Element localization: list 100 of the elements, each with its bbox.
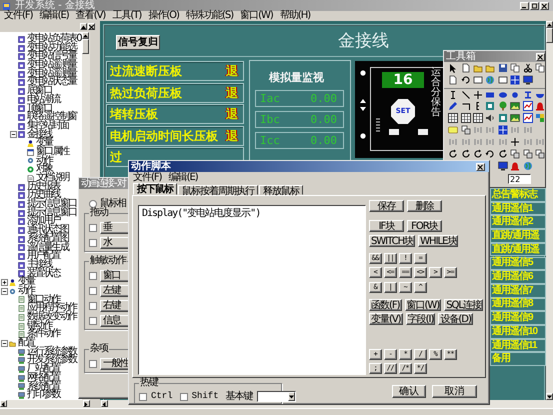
tree-item[interactable]: 遥信量生成 bbox=[27, 244, 68, 252]
tree-item[interactable]: 数据改变动作 bbox=[27, 313, 76, 322]
rectangle-outline-icon[interactable] bbox=[472, 75, 483, 85]
collapse-toggle[interactable] bbox=[1, 288, 8, 295]
layers-icon[interactable] bbox=[534, 149, 545, 159]
chart-icon[interactable] bbox=[522, 113, 533, 123]
script-button[interactable]: 删除 bbox=[406, 200, 442, 212]
menu-item[interactable]: 工具(T) bbox=[112, 11, 142, 21]
size-field[interactable]: 22 bbox=[508, 174, 531, 184]
script-button[interactable]: WHILE块 bbox=[418, 235, 458, 247]
scroll-thumb[interactable] bbox=[546, 28, 553, 43]
checkbox[interactable] bbox=[89, 286, 97, 294]
tree-item[interactable]: 电站潮流 bbox=[27, 96, 60, 105]
tree-item[interactable]: 变电站遥测量 bbox=[27, 61, 76, 70]
tree-item[interactable]: 窗口属性 bbox=[36, 148, 69, 157]
layers-icon[interactable] bbox=[510, 149, 520, 159]
tree-item[interactable]: 提示信息窗口 bbox=[27, 208, 76, 218]
rotate-icon[interactable] bbox=[460, 149, 471, 159]
bell-icon[interactable] bbox=[534, 101, 545, 111]
tree-item[interactable]: 变电站遥测量 bbox=[27, 70, 76, 78]
tree-item[interactable]: 主接线 bbox=[27, 260, 52, 270]
pencil-icon[interactable] bbox=[448, 101, 458, 111]
menu-item[interactable]: 特殊功能(S) bbox=[186, 11, 234, 21]
script-button[interactable]: IF块 bbox=[368, 220, 404, 232]
menu-item[interactable]: 文件(F) bbox=[4, 11, 33, 21]
table-icon[interactable] bbox=[448, 113, 458, 123]
tree-item[interactable]: 变量 bbox=[36, 139, 52, 148]
tree-item[interactable]: 联络遥控制窗 bbox=[27, 113, 76, 122]
tree-item[interactable]: 集控站封面 bbox=[27, 122, 68, 131]
close-button[interactable] bbox=[88, 23, 95, 30]
cancel-button[interactable]: 取消 bbox=[432, 385, 477, 398]
tree-item[interactable]: 金接线 bbox=[27, 130, 52, 140]
tree-item[interactable]: 提示信息窗口 bbox=[27, 200, 76, 209]
menu-item[interactable]: 操作(O) bbox=[148, 11, 179, 21]
layers-icon[interactable] bbox=[460, 125, 471, 135]
tree-item[interactable]: 文档说明 bbox=[36, 174, 69, 183]
tree-item[interactable]: 变电站功能选 bbox=[27, 44, 76, 52]
tree-item[interactable]: 窗口动作 bbox=[27, 296, 60, 304]
page-icon[interactable] bbox=[448, 75, 458, 85]
tree-icon[interactable] bbox=[498, 101, 508, 111]
menu-item[interactable]: 帮助(H) bbox=[280, 11, 310, 21]
script-button[interactable]: 设备(D) bbox=[438, 313, 473, 325]
radio-button[interactable] bbox=[89, 200, 97, 208]
script-button[interactable]: SQL连接 bbox=[444, 299, 483, 311]
copy-icon[interactable] bbox=[510, 63, 520, 73]
plus-icon[interactable] bbox=[472, 90, 483, 100]
speaker-icon[interactable] bbox=[485, 113, 496, 123]
rotate-icon[interactable] bbox=[448, 149, 458, 159]
tree-item[interactable]: 变电站负荷表0 bbox=[27, 35, 81, 44]
bell-icon[interactable] bbox=[510, 161, 520, 171]
tree-item[interactable]: 系统配置 bbox=[27, 382, 60, 392]
rectangle-outline-icon[interactable] bbox=[498, 75, 508, 85]
i-beam-icon[interactable] bbox=[522, 90, 533, 100]
tree-item[interactable]: 装置状态 bbox=[27, 270, 60, 278]
tree-item[interactable]: 动作 bbox=[36, 156, 52, 166]
reset-button[interactable]: 信号复归 bbox=[116, 35, 160, 50]
dropdown-field[interactable] bbox=[256, 391, 296, 402]
grid-icon[interactable] bbox=[510, 75, 520, 85]
copy-icon[interactable] bbox=[534, 63, 545, 73]
checkbox[interactable] bbox=[139, 392, 147, 400]
collapse-toggle[interactable] bbox=[10, 131, 17, 138]
pin-button[interactable] bbox=[80, 23, 87, 30]
grid-icon[interactable] bbox=[498, 125, 508, 135]
script-button[interactable]: SWITCH块 bbox=[368, 235, 416, 247]
polyline-icon[interactable] bbox=[460, 101, 471, 111]
picture-icon[interactable] bbox=[510, 113, 520, 123]
monitor-icon[interactable] bbox=[498, 161, 508, 171]
script-button[interactable]: 函数(F) bbox=[368, 299, 402, 311]
circle-icon[interactable] bbox=[510, 90, 520, 100]
script-button[interactable]: 字段(I) bbox=[406, 313, 436, 325]
minimize-button[interactable] bbox=[520, 2, 529, 10]
undo-icon[interactable] bbox=[460, 75, 471, 85]
checkbox[interactable] bbox=[89, 316, 97, 324]
tab[interactable]: 鼠标按着周期执行 bbox=[178, 185, 258, 195]
rotate-icon[interactable] bbox=[498, 149, 508, 159]
rectangle-icon[interactable] bbox=[485, 90, 496, 100]
restore-button[interactable] bbox=[530, 2, 539, 10]
script-button[interactable]: 变量(V) bbox=[368, 313, 403, 325]
tree-item[interactable]: 打印参数 bbox=[27, 391, 60, 400]
expand-toggle[interactable] bbox=[1, 279, 8, 286]
table-icon[interactable] bbox=[472, 113, 483, 123]
layers-icon[interactable] bbox=[522, 149, 533, 159]
confirm-button[interactable]: 确认 bbox=[392, 385, 426, 398]
checkbox[interactable] bbox=[89, 302, 97, 310]
tree-item[interactable]: 键动作 bbox=[27, 322, 52, 330]
undo-icon[interactable] bbox=[485, 149, 496, 159]
menu-item[interactable]: 查看(V) bbox=[76, 11, 106, 21]
square-icon[interactable] bbox=[485, 101, 496, 111]
checkbox[interactable] bbox=[89, 238, 97, 246]
floppy-icon[interactable] bbox=[498, 63, 508, 73]
tree-item[interactable]: 底窗口 bbox=[27, 87, 52, 96]
monitor-icon[interactable] bbox=[522, 75, 533, 85]
pointer-icon[interactable] bbox=[448, 63, 458, 73]
chart-icon[interactable] bbox=[522, 101, 533, 111]
menu-item[interactable]: 编辑(E) bbox=[168, 173, 198, 183]
table-icon[interactable] bbox=[460, 113, 471, 123]
checkbox[interactable] bbox=[89, 360, 97, 368]
menu-item[interactable]: 窗口(W) bbox=[240, 11, 273, 21]
checkbox[interactable] bbox=[180, 392, 188, 400]
tab[interactable]: 按下鼠标 bbox=[133, 183, 177, 195]
